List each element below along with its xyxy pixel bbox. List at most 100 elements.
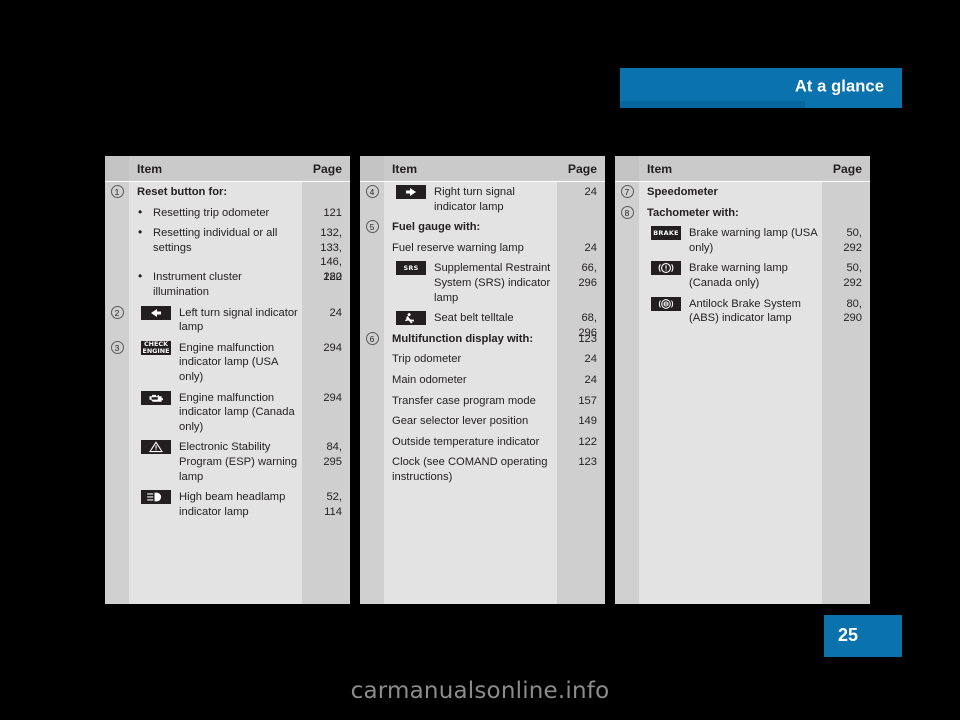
row-page-ref: 80, 290 — [843, 297, 862, 325]
row-index: 1 — [105, 185, 129, 198]
row-label: Speedometer — [647, 186, 718, 198]
row-index: 4 — [360, 185, 384, 198]
row-index: 6 — [360, 331, 384, 345]
table-header-row: Item Page — [105, 156, 350, 182]
header-item: Item — [647, 162, 673, 176]
table-row: BRAKE Brake warning lamp (USA only) 50, 29… — [615, 223, 870, 258]
table-row: 4 Right turn signal indicator lamp 24 — [360, 182, 605, 217]
header-page: Page — [312, 162, 342, 176]
manual-page: At a glance Item Page 1 Reset button for: Re… — [0, 0, 960, 720]
table-row: High beam headlamp indicator lamp 52, 114 — [105, 487, 350, 522]
engine-outline-icon — [141, 390, 171, 405]
row-index: 3 — [105, 340, 129, 354]
row-label: Reset button for: — [137, 186, 228, 198]
row-page-ref: 157 — [578, 394, 597, 407]
row-page-ref: 66, 296 — [578, 262, 597, 289]
row-label: Resetting trip odometer — [137, 205, 298, 221]
row-label: Tachometer with: — [647, 206, 739, 219]
left-turn-signal-icon — [141, 305, 171, 320]
header-number-cell — [105, 156, 129, 181]
header-page: Page — [832, 162, 862, 176]
table-row: 3 CHECK ENGINE Engine malfunction indicator… — [105, 338, 350, 388]
table-row: Resetting individual or all settings132,… — [105, 223, 350, 283]
row-label: Brake warning lamp (Canada only) — [689, 262, 788, 289]
table-header-row: Item Page — [360, 156, 605, 182]
abs-icon — [651, 296, 681, 311]
row-page-ref: 24 — [329, 306, 342, 319]
table-header-row: Item Page — [615, 156, 870, 182]
table-row: 8 Tachometer with: — [615, 203, 870, 224]
row-label: Right turn signal indicator lamp — [434, 186, 515, 213]
table-column-1: Item Page 1 Reset button for: Resetting trip… — [105, 156, 350, 604]
table-row: Instrument cluster illumination 120 — [105, 267, 350, 302]
row-page-ref: 52, 114 — [324, 491, 342, 518]
row-label: Fuel reserve warning lamp — [392, 241, 524, 254]
row-page-ref: 123 — [578, 456, 597, 469]
row-label: Left turn signal indicator lamp — [179, 306, 298, 334]
table-row: 7 Speedometer — [615, 182, 870, 203]
row-label: Electronic Stability Program (ESP) warni… — [179, 441, 298, 483]
table-row: Trip odometer 24 — [360, 349, 605, 370]
table-row: Main odometer 24 — [360, 370, 605, 391]
row-index: 8 — [615, 205, 639, 219]
table-row: Electronic Stability Program (ESP) warni… — [105, 437, 350, 487]
table-row: Transfer case program mode 157 — [360, 391, 605, 412]
header-page: Page — [567, 162, 597, 176]
brake-circle-icon — [651, 261, 681, 276]
table-row: 2 Left turn signal indicator lamp 24 — [105, 303, 350, 338]
row-page-ref: 149 — [578, 415, 597, 428]
brake-text-icon: BRAKE — [651, 226, 681, 241]
table-row: SRS Supplemental Restraint System (SRS) i… — [360, 258, 605, 308]
banner-accent-band — [620, 101, 805, 108]
row-label: Gear selector lever position — [392, 415, 529, 428]
row-index: 2 — [105, 305, 129, 319]
high-beam-icon — [141, 490, 171, 505]
row-label: Seat belt telltale — [434, 312, 514, 325]
row-label: Engine malfunction indicator lamp (Canad… — [179, 391, 295, 433]
row-label: Clock (see COMAND operating instructions… — [392, 456, 548, 483]
row-page-ref: 294 — [323, 391, 342, 404]
header-number-cell — [615, 156, 639, 181]
check-engine-text-icon: CHECK ENGINE — [141, 340, 171, 355]
row-label: High beam headlamp indicator lamp — [179, 491, 286, 518]
row-page-ref: 24 — [584, 373, 597, 386]
site-watermark: carmanualsonline.info — [350, 678, 610, 704]
section-banner: At a glance — [620, 68, 902, 108]
row-label: Outside temperature indicator — [392, 435, 540, 448]
row-page-ref: 50, 292 — [843, 227, 862, 254]
row-label: Resetting individual or all settings — [137, 225, 298, 255]
row-page-ref: 123 — [578, 332, 597, 345]
row-label: Antilock Brake System (ABS) indicator la… — [689, 297, 801, 325]
table-row: Antilock Brake System (ABS) indicator la… — [615, 294, 870, 329]
table-row: Brake warning lamp (Canada only) 50, 292 — [615, 258, 870, 293]
row-label: Engine malfunction indicator lamp (USA o… — [179, 341, 278, 383]
right-turn-signal-icon — [396, 185, 426, 199]
table-body: 1 Reset button for: Resetting trip odomete… — [105, 182, 350, 522]
header-item: Item — [392, 162, 418, 176]
seat-belt-icon — [396, 311, 426, 326]
table-column-3: Item Page 7 Speedometer 8 Tachometer with: BRA… — [615, 156, 870, 604]
table-row: 6 Multifunction display with: 123 — [360, 329, 605, 350]
table-column-2: Item Page 4 Right turn signal indicator lam… — [360, 156, 605, 604]
table-row: Fuel reserve warning lamp 24 — [360, 238, 605, 259]
row-label: Multifunction display with: — [392, 332, 534, 345]
table-row: Outside temperature indicator 122 — [360, 432, 605, 453]
row-label: Fuel gauge with: — [392, 221, 481, 234]
row-index: 7 — [615, 185, 639, 198]
row-page-ref: 24 — [584, 186, 597, 198]
table-row: Seat belt telltale 68, 296 — [360, 308, 605, 339]
spec-tables: Item Page 1 Reset button for: Resetting trip… — [105, 156, 870, 604]
table-body: 4 Right turn signal indicator lamp 24 5 Fuel… — [360, 182, 605, 488]
row-label: Instrument cluster illumination — [137, 269, 298, 299]
row-label: Trip odometer — [392, 353, 462, 366]
table-row: Engine malfunction indicator lamp (Canad… — [105, 388, 350, 438]
page-title: At a glance — [794, 77, 884, 96]
row-page-ref: 24 — [584, 353, 597, 366]
row-page-ref: 121 — [323, 206, 342, 219]
table-row: 5 Fuel gauge with: — [360, 217, 605, 238]
row-page-ref: 24 — [584, 241, 597, 254]
table-row: Clock (see COMAND operating instructions… — [360, 452, 605, 487]
row-page-ref: 84, 295 — [323, 441, 342, 468]
header-item: Item — [137, 162, 163, 176]
table-row: 1 Reset button for: — [105, 182, 350, 203]
